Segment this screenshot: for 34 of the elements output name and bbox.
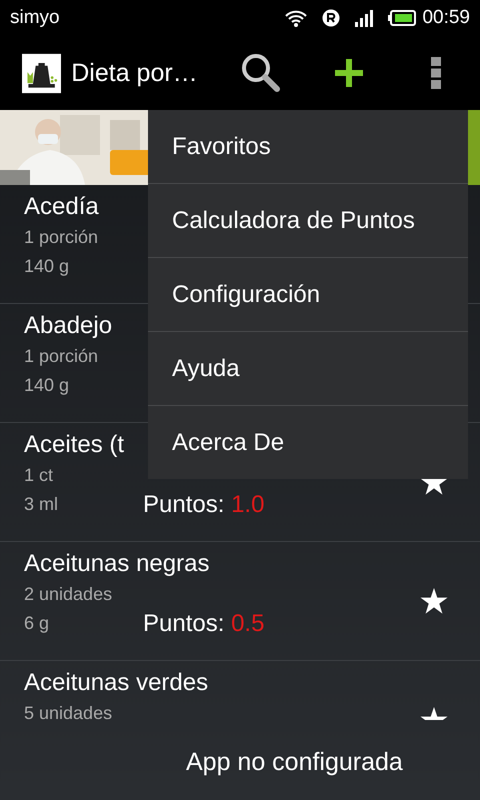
battery-icon — [388, 10, 416, 26]
weight-text: 140 g — [24, 255, 70, 278]
search-icon — [240, 52, 282, 94]
portion-text: 1 porción — [24, 345, 98, 368]
food-name: Acedía — [24, 192, 99, 222]
signal-icon — [354, 9, 374, 27]
menu-item[interactable]: Acerca De — [148, 406, 468, 479]
wifi-icon — [284, 9, 308, 27]
weight-text: 3 ml — [24, 493, 60, 516]
portion-text: 5 unidades — [24, 702, 112, 720]
points-text: Puntos: 0.5 — [143, 610, 264, 638]
menu-item[interactable]: Configuración — [148, 258, 468, 332]
more-icon — [431, 57, 442, 89]
weight-text: 6 g — [24, 612, 50, 635]
food-name: Aceitunas negras — [24, 549, 210, 579]
app-logo-icon[interactable] — [22, 52, 62, 94]
menu-item[interactable]: Ayuda — [148, 332, 468, 406]
plus-icon — [334, 59, 363, 87]
app-title: Dieta por… — [71, 58, 199, 88]
portion-text: 2 unidades — [24, 583, 112, 606]
food-name: Aceites (t — [24, 430, 124, 460]
status-message: App no configurada — [186, 748, 403, 777]
roaming-icon — [322, 9, 340, 27]
portion-text: 1 porción — [24, 226, 98, 249]
food-name: Aceitunas verdes — [24, 668, 208, 698]
portion-text: 1 ct — [24, 464, 54, 487]
menu-item[interactable]: Calculadora de Puntos — [148, 184, 468, 258]
carrier-name: simyo — [10, 7, 61, 29]
points-text: Puntos: 1.0 — [143, 490, 264, 518]
weight-text: 140 g — [24, 374, 70, 397]
menu-item[interactable]: Favoritos — [148, 110, 468, 184]
clock-time: 00:59 — [422, 7, 470, 29]
star-icon[interactable] — [420, 588, 448, 614]
food-name: Abadejo — [24, 311, 112, 341]
